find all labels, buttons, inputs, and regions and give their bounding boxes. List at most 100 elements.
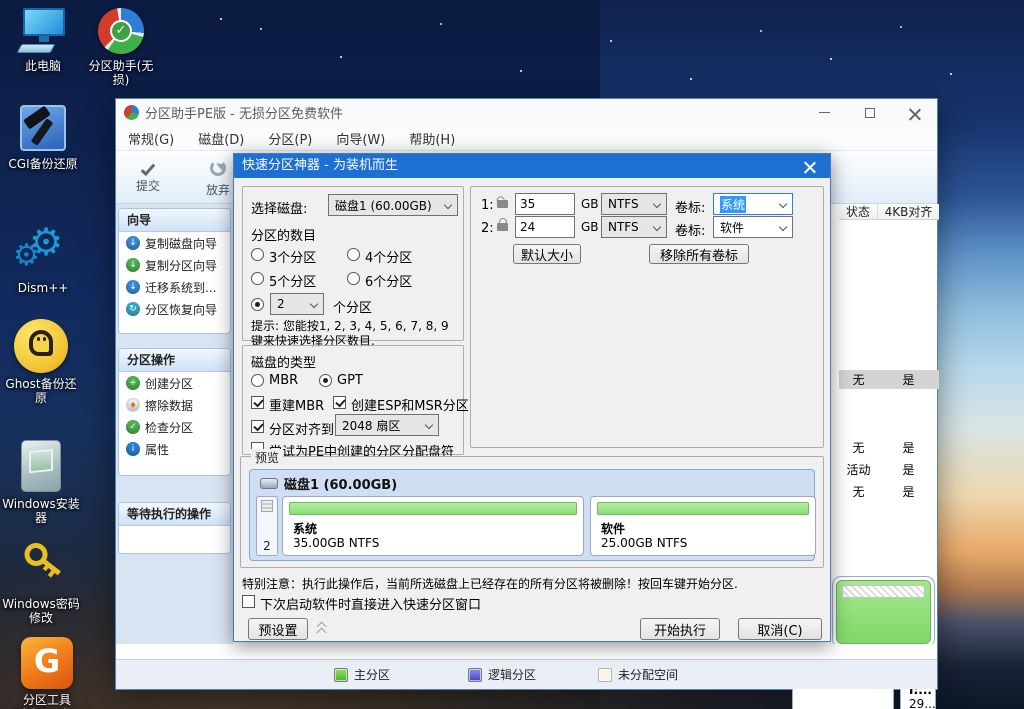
desktop-icon-label: Ghost备份还原 [2,377,80,405]
fs-combo-2[interactable]: NTFS [601,216,667,238]
close-icon [909,107,921,119]
desktop-icon-dism[interactable]: ⚙⚙ Dism++ [4,224,82,295]
size-input-1[interactable] [515,193,575,215]
disk-type-group: 磁盘的类型 MBR GPT 重建MBR 创建ESP和MSR分区 分区对齐到: 2… [242,345,464,455]
partition-fill [836,580,931,644]
desktop-icon-cgi-backup[interactable]: CGI备份还原 [4,102,82,171]
align-sector-combo[interactable]: 2048 扇区 [335,414,439,436]
column-4kb-align[interactable]: 4KB对齐 [878,204,939,219]
disk-select-combo[interactable]: 磁盘1 (60.00GB) [328,194,458,216]
default-size-button[interactable]: 默认大小 [513,244,581,264]
desktop-icon-diskgenius[interactable]: G 分区工具 DiskGenius [8,636,86,709]
volume-caption-2: 卷标: [675,220,705,239]
operations-panel-title: 分区操作 [119,349,230,372]
partition-count-label: 分区的数目 [251,225,316,244]
desktop-icon-partition-assistant[interactable]: ✓ 分区助手(无损) [82,6,160,87]
desktop-icon-windows-installer[interactable]: Windows安装器 [2,438,80,525]
sidebar-item-partition-recovery-wizard[interactable]: ↻分区恢复向导 [119,298,230,320]
radio-3-partitions[interactable] [251,248,264,261]
dialog-titlebar[interactable]: 快速分区神器 - 为装机而生 [234,154,830,178]
table-row[interactable]: 活动 是 [839,460,939,479]
checkbox-open-on-startup[interactable] [242,595,255,608]
cancel-button[interactable]: 取消(C) [738,618,822,640]
partition-operations-panel: 分区操作 +创建分区 ♦擦除数据 ✓检查分区 i属性 [118,348,231,476]
maximize-button[interactable] [847,99,892,126]
table-row[interactable]: 无 是 [839,438,939,457]
sidebar-item-create-partition[interactable]: +创建分区 [119,372,230,394]
sidebar-item-copy-partition-wizard[interactable]: ↓复制分区向导 [119,254,230,276]
table-header: 状态 4KB对齐 [839,204,939,220]
row2-index: 2: [481,221,494,236]
disk-map-partition-block[interactable] [832,576,935,648]
app-logo-icon [124,105,139,120]
count-suffix-label: 个分区 [333,297,372,316]
primary-partition-swatch [334,668,348,682]
key-icon [14,540,68,594]
wizard-panel-title: 向导 [119,209,230,232]
radio-gpt[interactable] [319,374,332,387]
table-row[interactable]: 无 是 [839,370,939,389]
wipe-icon: ♦ [126,398,140,412]
custom-count-combo[interactable]: 2 [270,293,324,315]
sidebar-item-check-partition[interactable]: ✓检查分区 [119,416,230,438]
legend-primary-partition: 主分区 [334,666,390,683]
close-button[interactable] [892,99,937,126]
desktop-icon-label: 分区助手(无损) [82,59,160,87]
menu-disk[interactable]: 磁盘(D) [186,129,256,148]
volume-combo-1[interactable]: 系统 [713,193,793,215]
lock-icon[interactable] [497,223,508,231]
unlock-icon[interactable] [497,200,508,208]
sidebar-item-migrate-system[interactable]: ↓迁移系统到... [119,276,230,298]
maximize-icon [865,108,875,118]
checkbox-align-partition[interactable] [251,420,264,433]
wallpaper-stars [220,18,222,20]
radio-5-partitions[interactable] [251,272,264,285]
sidebar-item-copy-disk-wizard[interactable]: ↓复制磁盘向导 [119,232,230,254]
size-input-2[interactable] [515,216,575,238]
chevron-down-icon [444,201,452,209]
logical-partition-swatch [468,668,482,682]
preview-disk-index: 2 [256,496,278,556]
radio-4-partitions[interactable] [347,248,360,261]
submit-button[interactable]: 提交 [126,157,170,194]
double-chevron-up-icon[interactable] [316,622,328,636]
radio-mbr[interactable] [251,374,264,387]
menu-wizard[interactable]: 向导(W) [324,129,397,148]
preview-partition-1[interactable]: 系统 35.00GB NTFS [282,496,584,556]
minimize-button[interactable] [802,99,847,126]
legend-logical-partition: 逻辑分区 [468,666,536,683]
preset-button[interactable]: 预设置 [248,618,308,640]
checkbox-create-esp-msr[interactable] [333,396,346,409]
desktop-icon-this-pc[interactable]: 此电脑 [4,6,82,73]
checkbox-rebuild-mbr[interactable] [251,396,264,409]
menu-general[interactable]: 常规(G) [116,129,186,148]
volume-combo-2[interactable]: 软件 [713,216,793,238]
minimize-icon [819,112,830,113]
partition-assistant-window: 分区助手PE版 - 无损分区免费软件 常规(G) 磁盘(D) 分区(P) 向导(… [115,98,938,690]
desktop-icon-label: CGI备份还原 [4,157,82,171]
desktop-icon-ghost-backup[interactable]: Ghost备份还原 [2,318,80,405]
disk-type-label: 磁盘的类型 [251,352,316,371]
menu-partition[interactable]: 分区(P) [256,129,324,148]
dialog-title: 快速分区神器 - 为装机而生 [242,158,398,173]
radio-custom-count[interactable] [251,298,264,311]
check-icon [141,161,156,176]
row1-index: 1: [481,198,494,213]
radio-6-partitions[interactable] [347,272,360,285]
remove-all-labels-button[interactable]: 移除所有卷标 [649,244,749,264]
start-execute-button[interactable]: 开始执行 [640,618,720,640]
status-bar: 主分区 逻辑分区 未分配空间 [116,644,937,689]
sidebar: 向导 ↓复制磁盘向导 ↓复制分区向导 ↓迁移系统到... ↻分区恢复向导 分区操… [116,204,233,644]
sidebar-item-wipe-data[interactable]: ♦擦除数据 [119,394,230,416]
menu-help[interactable]: 帮助(H) [397,129,467,148]
desktop-icon-windows-password[interactable]: Windows密码修改 [2,540,80,625]
preview-partition-2[interactable]: 软件 25.00GB NTFS [590,496,816,556]
diskgenius-logo-icon: G [20,636,74,690]
table-row[interactable]: 无 是 [839,482,939,501]
column-status[interactable]: 状态 [839,204,878,219]
fs-combo-1[interactable]: NTFS [601,193,667,215]
unit-label: GB [581,220,599,234]
sidebar-item-properties[interactable]: i属性 [119,438,230,460]
dialog-close-button[interactable] [790,154,830,178]
chevron-down-icon [653,200,661,208]
